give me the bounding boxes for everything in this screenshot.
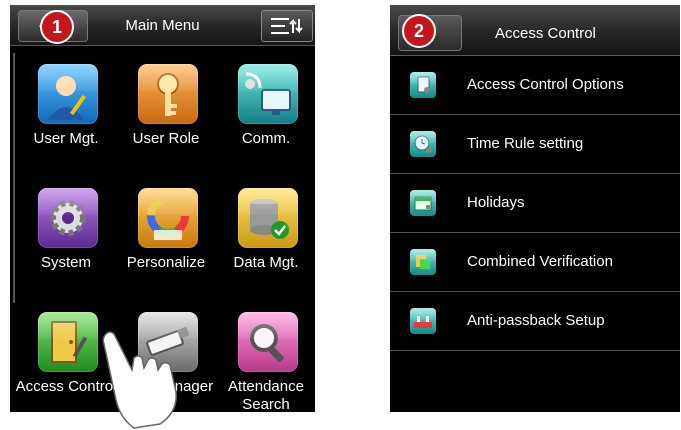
tile-system[interactable]: System — [16, 174, 116, 298]
tile-personalize[interactable]: Personalize — [116, 174, 216, 298]
anti-passback-icon — [410, 308, 436, 334]
gear-icon — [38, 188, 98, 248]
tile-label: User Mgt. — [33, 130, 99, 147]
list-item-label: Combined Verification — [467, 253, 613, 270]
tile-label: Comm. — [241, 130, 291, 147]
list-item-holidays[interactable]: Holidays — [390, 174, 680, 233]
list-item-label: Access Control Options — [467, 76, 624, 93]
page-title: Access Control — [495, 25, 596, 42]
menu-sort-button[interactable] — [261, 10, 313, 42]
step-badge-1: 1 — [40, 10, 74, 44]
tile-label: User Role — [132, 130, 200, 147]
tile-data-mgt[interactable]: Data Mgt. — [216, 174, 315, 298]
color-wheel-icon — [138, 188, 198, 248]
satellite-computer-icon — [238, 64, 298, 124]
options-doc-icon — [410, 72, 436, 98]
key-icon — [138, 64, 198, 124]
calendar-icon — [410, 190, 436, 216]
tile-attendance-search[interactable]: Attendance Search — [216, 298, 315, 412]
pointing-hand-icon — [102, 331, 177, 429]
magnifier-icon — [238, 312, 298, 372]
step-badge-2: 2 — [402, 14, 436, 48]
tile-label: Personalize — [126, 254, 206, 271]
tile-user-role[interactable]: User Role — [116, 50, 216, 174]
door-icon — [38, 312, 98, 372]
tile-label: Data Mgt. — [233, 254, 299, 271]
user-icon — [38, 64, 98, 124]
database-check-icon — [238, 188, 298, 248]
clock-gear-icon — [410, 131, 436, 157]
list-item-label: Anti-passback Setup — [467, 312, 605, 329]
list-item-time-rule-setting[interactable]: Time Rule setting — [390, 115, 680, 174]
combined-verify-icon — [410, 249, 436, 275]
list-item-anti-passback-setup[interactable]: Anti-passback Setup — [390, 292, 680, 351]
list-item-access-control-options[interactable]: Access Control Options — [390, 56, 680, 115]
tile-label: System — [40, 254, 91, 271]
tile-label: Attendance Search — [228, 378, 304, 412]
tile-comm[interactable]: Comm. — [216, 50, 315, 174]
access-control-screen: Access Control Access Control Options Ti… — [390, 5, 680, 412]
menu-sort-icon — [271, 18, 303, 34]
list-item-combined-verification[interactable]: Combined Verification — [390, 233, 680, 292]
list-item-label: Time Rule setting — [467, 135, 584, 152]
list-item-label: Holidays — [467, 194, 525, 211]
tile-user-mgt[interactable]: User Mgt. — [16, 50, 116, 174]
